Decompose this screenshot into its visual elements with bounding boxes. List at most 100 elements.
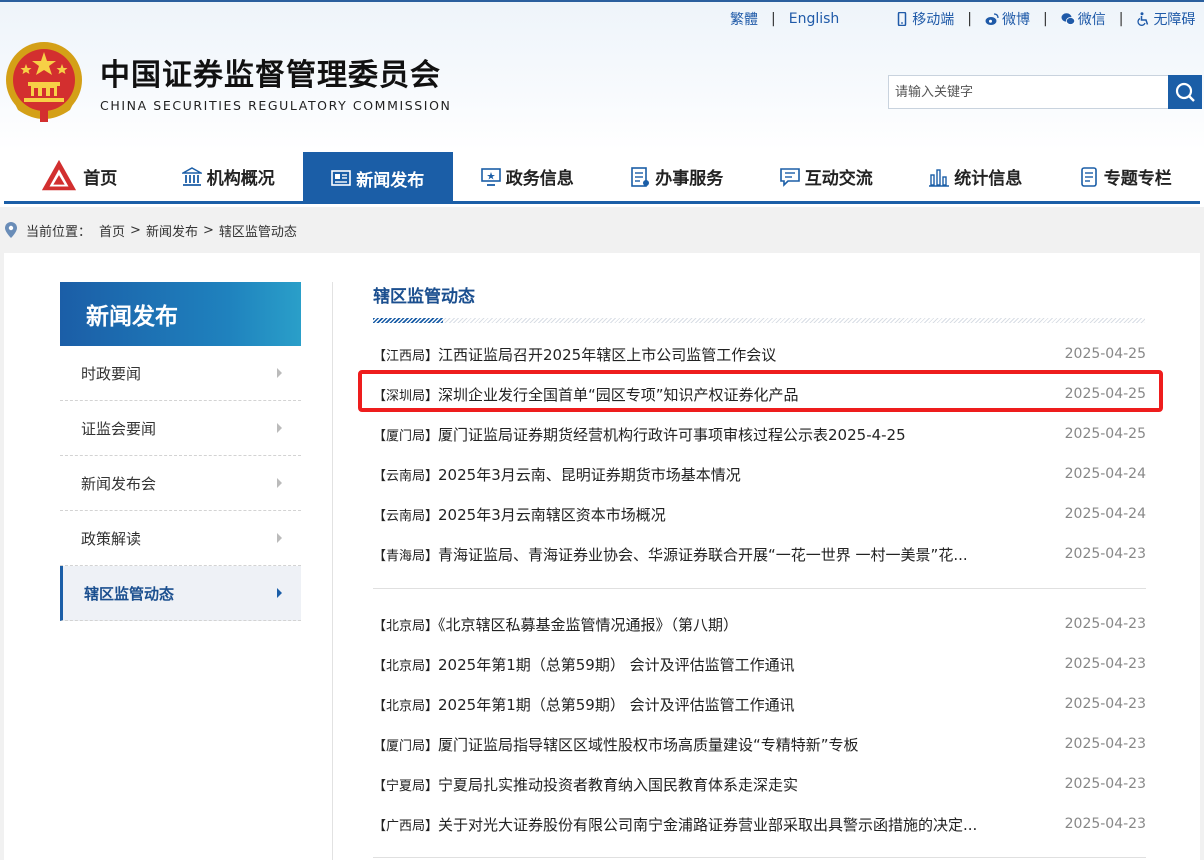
news-date: 2025-04-23 bbox=[1064, 616, 1146, 632]
institution-icon bbox=[181, 166, 202, 186]
search-button[interactable] bbox=[1168, 75, 1202, 109]
breadcrumb-separator: > bbox=[202, 222, 214, 238]
nav-item-label: 办事服务 bbox=[655, 169, 724, 189]
news-title: 厦门证监局指导辖区区域性股权市场高质量建设“专精特新”专板 bbox=[438, 735, 859, 754]
column-divider bbox=[332, 282, 333, 860]
national-emblem-icon bbox=[6, 42, 82, 122]
news-title: 深圳企业发行全国首单“园区专项”知识产权证券化产品 bbox=[438, 385, 799, 404]
sidebar-item-label: 辖区监管动态 bbox=[84, 584, 175, 603]
news-title: 2025年3月云南辖区资本市场概况 bbox=[438, 505, 666, 524]
weibo-link-label: 微博 bbox=[1002, 12, 1030, 28]
sidebar-title: 新闻发布 bbox=[60, 282, 301, 346]
news-item[interactable]: 【云南局】2025年3月云南、昆明证券期货市场基本情况 2025-04-24 bbox=[373, 454, 1146, 494]
breadcrumb-news[interactable]: 新闻发布 bbox=[146, 221, 198, 240]
wheelchair-icon bbox=[1137, 12, 1149, 26]
search-input[interactable] bbox=[889, 76, 1169, 108]
news-headline: 【厦门局】厦门证监局证券期货经营机构行政许可事项审核过程公示表2025-4-25 bbox=[373, 424, 906, 445]
news-title: 2025年第1期（总第59期） 会计及评估监管工作通讯 bbox=[438, 655, 795, 674]
news-bureau-tag: 【云南局】 bbox=[373, 468, 439, 484]
chat-icon bbox=[779, 167, 800, 187]
news-bureau-tag: 【江西局】 bbox=[373, 348, 439, 364]
note-icon bbox=[1080, 166, 1097, 187]
newspaper-icon bbox=[331, 170, 352, 186]
nav-item-home[interactable]: 首页 bbox=[4, 152, 154, 201]
news-date: 2025-04-25 bbox=[1064, 346, 1146, 362]
news-item[interactable]: 【北京局】2025年第1期（总第59期） 会计及评估监管工作通讯 2025-04-… bbox=[373, 644, 1146, 684]
news-date: 2025-04-24 bbox=[1064, 466, 1146, 482]
news-title: 宁夏局扎实推动投资者教育纳入国民教育体系走深走实 bbox=[438, 775, 799, 794]
document-list-icon bbox=[631, 166, 650, 187]
wechat-link[interactable]: 微信 bbox=[1061, 9, 1106, 29]
nav-item-label: 统计信息 bbox=[954, 169, 1023, 189]
sidebar-item-current-affairs[interactable]: 时政要闻 bbox=[60, 346, 301, 401]
news-bureau-tag: 【北京局】 bbox=[373, 618, 439, 634]
news-bureau-tag: 【厦门局】 bbox=[373, 738, 439, 754]
news-title: 2025年3月云南、昆明证券期货市场基本情况 bbox=[438, 465, 741, 484]
nav-item-interaction[interactable]: 互动交流 bbox=[752, 152, 902, 201]
news-item[interactable]: 【青海局】青海证监局、青海证券业协会、华源证券联合开展“一花一世界 一村一美景”… bbox=[373, 534, 1146, 574]
nav-item-news[interactable]: 新闻发布 bbox=[303, 152, 453, 204]
news-bureau-tag: 【北京局】 bbox=[373, 698, 439, 714]
sidebar-item-csrc-news[interactable]: 证监会要闻 bbox=[60, 401, 301, 456]
search-box bbox=[888, 75, 1202, 109]
news-date: 2025-04-23 bbox=[1064, 736, 1146, 752]
news-bureau-tag: 【青海局】 bbox=[373, 548, 439, 564]
separator: | bbox=[771, 11, 776, 27]
news-bureau-tag: 【北京局】 bbox=[373, 658, 439, 674]
sidebar-item-policy-interpretation[interactable]: 政策解读 bbox=[60, 511, 301, 566]
wechat-icon bbox=[1061, 13, 1075, 25]
breadcrumb: 当前位置： 首页 > 新闻发布 > 辖区监管动态 bbox=[0, 207, 1204, 253]
news-item[interactable]: 【广西局】关于对光大证券股份有限公司南宁金浦路证券营业部采取出具警示函措施的决定… bbox=[373, 804, 1146, 844]
news-date: 2025-04-25 bbox=[1064, 386, 1146, 402]
news-headline: 【宁夏局】宁夏局扎实推动投资者教育纳入国民教育体系走深走实 bbox=[373, 774, 798, 795]
search-icon bbox=[1175, 82, 1195, 102]
main-nav: 首页 机构概况 新闻发布 政务信息 办事服务 互动交流 统计信息 专题专栏 bbox=[4, 152, 1200, 204]
news-date: 2025-04-25 bbox=[1064, 426, 1146, 442]
title-underline-accent bbox=[373, 318, 443, 323]
weibo-link[interactable]: 微博 bbox=[985, 9, 1030, 29]
traditional-chinese-link[interactable]: 繁體 bbox=[730, 9, 758, 29]
location-pin-icon bbox=[5, 222, 17, 238]
breadcrumb-current[interactable]: 辖区监管动态 bbox=[219, 221, 297, 240]
nav-item-services[interactable]: 办事服务 bbox=[602, 152, 752, 201]
news-item[interactable]: 【云南局】2025年3月云南辖区资本市场概况 2025-04-24 bbox=[373, 494, 1146, 534]
news-item[interactable]: 【宁夏局】宁夏局扎实推动投资者教育纳入国民教育体系走深走实 2025-04-23 bbox=[373, 764, 1146, 804]
accessibility-link-label: 无障碍 bbox=[1153, 12, 1196, 28]
breadcrumb-separator: > bbox=[130, 222, 141, 238]
news-item[interactable]: 【北京局】2025年第1期（总第59期） 会计及评估监管工作通讯 2025-04-… bbox=[373, 684, 1146, 724]
mobile-link-label: 移动端 bbox=[912, 12, 955, 28]
mobile-phone-icon bbox=[898, 12, 907, 26]
separator: | bbox=[1043, 11, 1048, 27]
news-list-group-1: 【江西局】江西证监局召开2025年辖区上市公司监管工作会议 2025-04-25 … bbox=[373, 334, 1146, 574]
news-headline: 【云南局】2025年3月云南、昆明证券期货市场基本情况 bbox=[373, 464, 741, 485]
news-list-group-2: 【北京局】《北京辖区私募基金监管情况通报》（第八期） 2025-04-23 【北京… bbox=[373, 604, 1146, 844]
breadcrumb-home[interactable]: 首页 bbox=[99, 221, 125, 240]
nav-item-special-topics[interactable]: 专题专栏 bbox=[1051, 152, 1201, 201]
news-item[interactable]: 【厦门局】厦门证监局证券期货经营机构行政许可事项审核过程公示表2025-4-25… bbox=[373, 414, 1146, 454]
sidebar-item-label: 时政要闻 bbox=[81, 364, 142, 383]
accessibility-link[interactable]: 无障碍 bbox=[1136, 9, 1195, 29]
nav-item-statistics[interactable]: 统计信息 bbox=[901, 152, 1051, 201]
news-item[interactable]: 【江西局】江西证监局召开2025年辖区上市公司监管工作会议 2025-04-25 bbox=[373, 334, 1146, 374]
news-item[interactable]: 【厦门局】厦门证监局指导辖区区域性股权市场高质量建设“专精特新”专板 2025-0… bbox=[373, 724, 1146, 764]
news-bureau-tag: 【广西局】 bbox=[373, 818, 439, 834]
nav-item-label: 首页 bbox=[83, 169, 118, 189]
news-title: 青海证监局、青海证券业协会、华源证券联合开展“一花一世界 一村一美景”花... bbox=[438, 545, 968, 564]
arrow-right-icon bbox=[277, 368, 282, 378]
english-link[interactable]: English bbox=[789, 11, 840, 27]
sidebar-item-press-conference[interactable]: 新闻发布会 bbox=[60, 456, 301, 511]
nav-item-institution[interactable]: 机构概况 bbox=[154, 152, 304, 201]
sidebar-item-regional-supervision[interactable]: 辖区监管动态 bbox=[60, 566, 301, 621]
news-date: 2025-04-23 bbox=[1064, 696, 1146, 712]
page-gutter bbox=[1200, 253, 1204, 860]
monitor-icon bbox=[480, 167, 501, 186]
news-item[interactable]: 【深圳局】深圳企业发行全国首单“园区专项”知识产权证券化产品 2025-04-25 bbox=[373, 374, 1146, 414]
nav-item-label: 互动交流 bbox=[804, 169, 873, 189]
news-item[interactable]: 【北京局】《北京辖区私募基金监管情况通报》（第八期） 2025-04-23 bbox=[373, 604, 1146, 644]
nav-item-government-info[interactable]: 政务信息 bbox=[453, 152, 603, 201]
news-headline: 【北京局】《北京辖区私募基金监管情况通报》（第八期） bbox=[373, 614, 738, 635]
page-gutter bbox=[0, 253, 4, 860]
site-header: 中国证券监督管理委员会 CHINA SECURITIES REGULATORY … bbox=[0, 0, 1204, 150]
mobile-link[interactable]: 移动端 bbox=[895, 9, 954, 29]
news-title: 江西证监局召开2025年辖区上市公司监管工作会议 bbox=[438, 345, 777, 364]
